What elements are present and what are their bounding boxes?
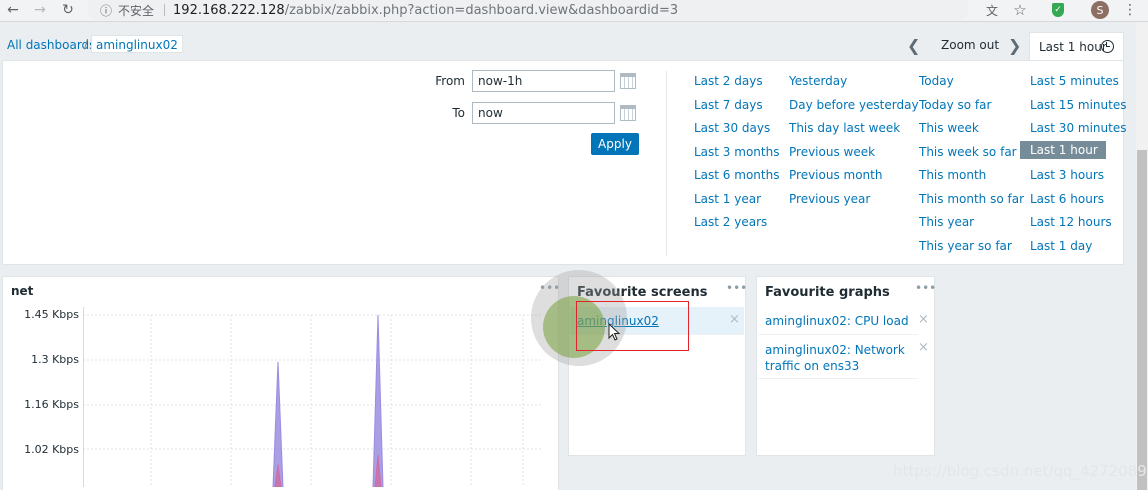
profile-avatar[interactable]: S xyxy=(1089,0,1111,20)
watermark-text: https://blog.csdn.net/qq_42720896 xyxy=(893,462,1148,480)
y-tick-label: 1.45 Kbps xyxy=(24,308,79,321)
favourite-graphs-title: Favourite graphs xyxy=(765,285,890,300)
net-chart-plot xyxy=(83,307,543,487)
quick-range-item[interactable]: Last 2 years xyxy=(694,215,767,229)
quick-range-item[interactable]: Last 1 day xyxy=(1030,239,1092,253)
insecure-label: 不安全 xyxy=(118,3,155,18)
quick-range-item[interactable]: Last 3 months xyxy=(694,145,779,159)
quick-range-item[interactable]: This year so far xyxy=(919,239,1012,253)
favourite-graph-row[interactable]: aminglinux02: CPU load xyxy=(758,307,918,335)
remove-favourite-icon[interactable]: × xyxy=(918,312,929,327)
quick-range-item[interactable]: This week so far xyxy=(919,145,1017,159)
url-separator xyxy=(164,4,166,16)
remove-favourite-icon[interactable]: × xyxy=(918,340,929,355)
breadcrumb-current-dashboard[interactable]: aminglinux02 xyxy=(91,35,183,53)
remove-favourite-icon[interactable]: × xyxy=(729,312,740,327)
url-host: 192.168.222.128 xyxy=(173,2,285,18)
back-arrow-icon[interactable]: ← xyxy=(2,0,24,20)
filter-divider xyxy=(666,71,667,256)
quick-range-item[interactable]: Last 2 days xyxy=(694,74,763,88)
address-bar[interactable]: ⓘ 不安全 192.168.222.128 /zabbix/zabbix.php… xyxy=(88,0,968,20)
quick-range-item[interactable]: Last 30 minutes xyxy=(1030,121,1126,135)
net-graph-widget: net ••• 1.45 Kbps 1.3 Kbps 1.16 Kbps 1.0… xyxy=(2,276,560,490)
quick-range-item[interactable]: Previous year xyxy=(789,192,870,206)
quick-range-item[interactable]: This month xyxy=(919,168,986,182)
extension-shield-icon[interactable]: ✓ xyxy=(1048,0,1068,20)
from-calendar-icon[interactable] xyxy=(620,73,636,89)
translate-icon[interactable]: 文 xyxy=(982,0,1002,20)
mouse-cursor-icon xyxy=(608,323,621,341)
favourite-graphs-widget: Favourite graphs ••• aminglinux02: CPU l… xyxy=(756,276,936,456)
time-range-tab[interactable]: Last 1 hour xyxy=(1029,32,1124,60)
quick-range-item[interactable]: This year xyxy=(919,215,974,229)
clock-icon xyxy=(1101,40,1114,53)
info-icon[interactable]: ⓘ xyxy=(100,2,112,19)
breadcrumb-separator: / xyxy=(84,37,89,51)
y-tick-label: 1.02 Kbps xyxy=(24,443,79,456)
quick-range-item[interactable]: Last 6 months xyxy=(694,168,779,182)
quick-range-item[interactable]: This week xyxy=(919,121,979,135)
to-label: To xyxy=(452,106,465,120)
from-input[interactable] xyxy=(472,70,615,92)
y-tick-label: 1.3 Kbps xyxy=(31,353,79,366)
page-scrollbar-thumb[interactable] xyxy=(1137,150,1147,490)
quick-range-item[interactable]: Last 5 minutes xyxy=(1030,74,1119,88)
browser-toolbar: ← → ↻ ⓘ 不安全 192.168.222.128 /zabbix/zabb… xyxy=(0,0,1148,22)
favourite-graphs-menu-icon[interactable]: ••• xyxy=(915,281,936,295)
browser-menu-icon[interactable]: ⋮ xyxy=(1120,0,1140,20)
quick-range-item[interactable]: Today so far xyxy=(919,98,991,112)
quick-range-item[interactable]: This month so far xyxy=(919,192,1024,206)
reload-icon[interactable]: ↻ xyxy=(57,0,79,20)
zoom-out-button[interactable]: Zoom out xyxy=(941,38,999,52)
net-widget-title: net xyxy=(11,284,34,298)
quick-range-item[interactable]: Last 12 hours xyxy=(1030,215,1112,229)
url-path: /zabbix/zabbix.php?action=dashboard.view… xyxy=(284,2,679,18)
to-input[interactable] xyxy=(472,102,615,124)
quick-range-item[interactable]: Previous month xyxy=(789,168,882,182)
quick-range-item[interactable]: Last 7 days xyxy=(694,98,763,112)
quick-range-item[interactable]: Last 3 hours xyxy=(1030,168,1104,182)
breadcrumb: All dashboards / aminglinux02 ❮ Zoom out… xyxy=(0,32,1148,60)
time-filter-panel: From To Apply Last 2 days Last 7 days La… xyxy=(2,60,1126,265)
quick-range-item[interactable]: Previous week xyxy=(789,145,875,159)
quick-range-item[interactable]: Last 15 minutes xyxy=(1030,98,1126,112)
favourite-graph-link[interactable]: aminglinux02: Network traffic on ens33 xyxy=(765,343,905,373)
breadcrumb-all-dashboards[interactable]: All dashboards xyxy=(7,38,95,52)
quick-range-item[interactable]: Today xyxy=(919,74,954,88)
to-calendar-icon[interactable] xyxy=(620,105,636,121)
time-prev-icon[interactable]: ❮ xyxy=(907,36,920,55)
bookmark-star-icon[interactable]: ☆ xyxy=(1010,0,1030,20)
y-tick-label: 1.16 Kbps xyxy=(24,398,79,411)
quick-range-item-selected[interactable]: Last 1 hour xyxy=(1020,141,1106,159)
page: ← → ↻ ⓘ 不安全 192.168.222.128 /zabbix/zabb… xyxy=(0,0,1148,490)
quick-range-item[interactable]: Last 6 hours xyxy=(1030,192,1104,206)
quick-range-item[interactable]: Day before yesterday xyxy=(789,98,919,112)
favourite-screens-menu-icon[interactable]: ••• xyxy=(726,281,747,295)
quick-range-item[interactable]: This day last week xyxy=(789,121,900,135)
time-range-label: Last 1 hour xyxy=(1039,39,1107,54)
time-next-icon[interactable]: ❯ xyxy=(1008,36,1021,55)
quick-range-item[interactable]: Last 1 year xyxy=(694,192,761,206)
quick-range-item[interactable]: Yesterday xyxy=(789,74,847,88)
favourite-graph-row[interactable]: aminglinux02: Network traffic on ens33 xyxy=(758,337,918,379)
forward-arrow-icon[interactable]: → xyxy=(29,0,51,20)
quick-range-item[interactable]: Last 30 days xyxy=(694,121,770,135)
annotation-highlight-box xyxy=(576,301,689,351)
from-label: From xyxy=(435,74,465,88)
favourite-graph-link[interactable]: aminglinux02: CPU load xyxy=(765,314,909,328)
apply-button[interactable]: Apply xyxy=(591,133,639,155)
